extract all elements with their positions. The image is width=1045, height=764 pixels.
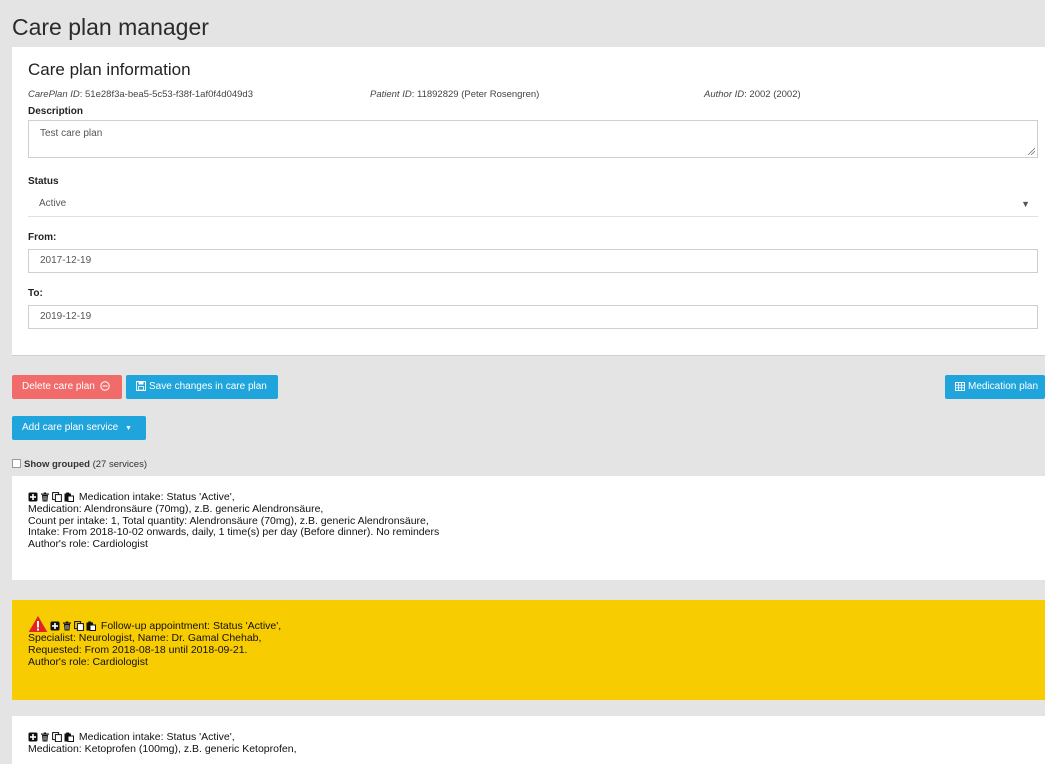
delete-care-plan-button[interactable]: Delete care plan [12,375,122,399]
description-label: Description [28,106,84,117]
service-line: Author's role: Cardiologist [28,655,148,668]
trash-icon[interactable] [62,621,72,631]
service-card: Medication intake: Status 'Active', Medi… [12,476,1045,580]
description-value: Test care plan [40,128,103,139]
show-grouped-checkbox[interactable] [12,458,21,468]
service-line: Medication: Ketoprofen (100mg), z.B. gen… [28,742,297,755]
from-date-value: 2017-12-19 [40,255,92,266]
author-id-label: Author ID [704,89,745,100]
service-count: (27 services) [92,459,147,470]
show-grouped-toggle[interactable]: Show grouped (27 services) [12,458,147,470]
service-line: Author's role: Cardiologist [28,538,148,551]
service-line: Requested: From 2018-08-18 until 2018-09… [28,643,248,656]
plus-square-icon[interactable] [28,732,38,742]
to-date-input[interactable]: 2019-12-19 [28,305,1038,329]
author-id-value: : 2002 (2002) [744,89,801,100]
copy-icon[interactable] [74,621,84,631]
table-icon [955,381,965,391]
plus-square-icon[interactable] [50,621,60,631]
paste-icon[interactable] [64,492,74,502]
copy-icon[interactable] [52,492,62,502]
warning-icon [28,616,48,632]
service-line: Medication: Alendronsäure (70mg), z.B. g… [28,502,324,515]
caret-down-icon: ▼ [1021,199,1030,209]
patient-id-label: Patient ID [370,89,412,100]
plus-square-icon[interactable] [28,492,38,502]
paste-icon[interactable] [86,621,96,631]
trash-icon[interactable] [40,732,50,742]
careplan-id-value: : 51e28f3a-bea5-5c53-f38f-1af0f4d049d3 [79,89,253,100]
copy-icon[interactable] [52,732,62,742]
show-grouped-label: Show grouped [24,459,90,470]
to-date-value: 2019-12-19 [40,311,92,322]
service-line: Intake: From 2018-10-02 onwards, daily, … [28,526,440,539]
service-line: Follow-up appointment: Status 'Active', [28,615,1045,633]
medication-plan-label: Medication plan [968,381,1039,392]
status-select[interactable]: Active ▼ [28,193,1038,217]
service-text: Medication intake: Status 'Active', [78,491,235,503]
careplan-id: CarePlan ID: 51e28f3a-bea5-5c53-f38f-1af… [28,89,253,100]
trash-icon[interactable] [40,492,50,502]
service-card-warning: Follow-up appointment: Status 'Active', … [12,600,1045,700]
patient-id-value: : 11892829 (Peter Rosengren) [411,89,540,100]
minus-circle-icon [99,381,110,392]
card-title: Care plan information [28,60,191,79]
page-title: Care plan manager [12,14,209,40]
author-id: Author ID: 2002 (2002) [704,89,801,100]
caret-down-icon: ▼ [124,425,132,432]
resize-grip-icon[interactable] [1027,147,1035,155]
save-care-plan-button[interactable]: Save changes in care plan [126,375,278,399]
delete-button-label: Delete care plan [22,381,95,392]
service-text: Medication intake: Status 'Active', [78,731,235,743]
to-label: To: [28,288,43,299]
status-value: Active [39,198,67,209]
careplan-id-label: CarePlan ID [28,89,80,100]
from-date-input[interactable]: 2017-12-19 [28,249,1038,273]
status-label: Status [28,176,59,187]
paste-icon[interactable] [64,732,74,742]
add-care-plan-service-button[interactable]: Add care plan service ▼ [12,416,146,440]
care-plan-info-card: Care plan information CarePlan ID: 51e28… [12,47,1045,356]
description-textarea[interactable]: Test care plan [28,120,1038,158]
medication-plan-button[interactable]: Medication plan [945,375,1045,399]
from-label: From: [28,232,57,243]
save-button-label: Save changes in care plan [149,381,267,392]
service-card: Medication intake: Status 'Active', Medi… [12,716,1045,764]
service-text: Follow-up appointment: Status 'Active', [100,620,282,633]
patient-id: Patient ID: 11892829 (Peter Rosengren) [370,89,539,100]
add-service-label: Add care plan service [22,422,119,433]
floppy-icon [136,381,146,392]
